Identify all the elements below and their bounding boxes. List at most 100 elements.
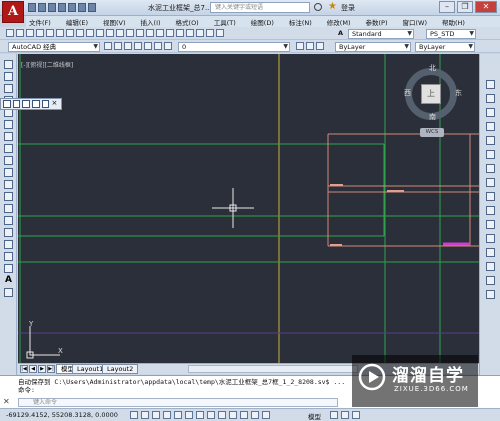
- 3d-osnap-icon[interactable]: [185, 411, 193, 419]
- multiline-text-icon[interactable]: A: [5, 276, 14, 285]
- lock-icon[interactable]: [154, 42, 162, 50]
- workspace-switch-icon[interactable]: [352, 411, 360, 419]
- linetype-combo[interactable]: ByLayer ▼: [415, 42, 475, 52]
- menu-draw[interactable]: 绘图(D): [248, 17, 277, 27]
- restore-button[interactable]: ❐: [457, 1, 473, 13]
- quick-view-icon[interactable]: [330, 411, 338, 419]
- grid-icon[interactable]: [141, 411, 149, 419]
- gear-icon[interactable]: [104, 42, 112, 50]
- menu-format[interactable]: 格式(O): [173, 17, 202, 27]
- text-style-combo[interactable]: Standard ▼: [348, 29, 414, 39]
- save-icon[interactable]: [48, 3, 56, 12]
- calculator-icon[interactable]: [216, 29, 224, 37]
- construction-line-icon[interactable]: [4, 72, 13, 81]
- minimize-button[interactable]: –: [439, 1, 455, 13]
- menu-modify[interactable]: 修改(M): [324, 17, 354, 27]
- tool-palette-icon[interactable]: [186, 29, 194, 37]
- copy-object-icon[interactable]: [486, 94, 495, 103]
- new-icon[interactable]: [6, 29, 14, 37]
- undo-icon[interactable]: [106, 29, 114, 37]
- preview-icon[interactable]: [46, 29, 54, 37]
- hatch-icon[interactable]: [4, 228, 13, 237]
- layer-match-icon[interactable]: [316, 42, 324, 50]
- open-icon[interactable]: [16, 29, 24, 37]
- arc-icon[interactable]: [4, 120, 13, 129]
- color-square-icon[interactable]: [164, 42, 172, 50]
- chamfer-icon[interactable]: [486, 262, 495, 271]
- layer-state-icon[interactable]: [124, 42, 132, 50]
- add-selected-icon[interactable]: [4, 288, 13, 297]
- fillet-icon[interactable]: [486, 276, 495, 285]
- open-file-icon[interactable]: [38, 3, 46, 12]
- insert-block-icon[interactable]: [4, 192, 13, 201]
- next-tab-button[interactable]: ▶: [38, 365, 46, 373]
- zoom-window-icon[interactable]: [146, 29, 154, 37]
- break-icon[interactable]: [486, 234, 495, 243]
- print-icon[interactable]: [36, 29, 44, 37]
- properties-icon[interactable]: [166, 29, 174, 37]
- polar-icon[interactable]: [163, 411, 171, 419]
- erase-icon[interactable]: [486, 80, 495, 89]
- cut-icon[interactable]: [66, 29, 74, 37]
- prev-tab-button[interactable]: ◀: [29, 365, 37, 373]
- copy-icon[interactable]: [76, 29, 84, 37]
- box-icon[interactable]: [12, 100, 21, 108]
- plot-style-combo[interactable]: PS_STD ▼: [426, 29, 476, 39]
- save-as-icon[interactable]: [58, 3, 66, 12]
- offset-icon[interactable]: [486, 122, 495, 131]
- region-icon[interactable]: [4, 252, 13, 261]
- zoom-icon[interactable]: [136, 29, 144, 37]
- dyn-icon[interactable]: [218, 411, 226, 419]
- explode-icon[interactable]: [486, 290, 495, 299]
- revision-cloud-icon[interactable]: [4, 144, 13, 153]
- pan-icon[interactable]: [126, 29, 134, 37]
- new-file-icon[interactable]: [28, 3, 36, 12]
- command-input[interactable]: 键入命令: [18, 398, 338, 407]
- stretch-icon[interactable]: [486, 192, 495, 201]
- view-cube-icon[interactable]: [3, 100, 11, 108]
- paste-icon[interactable]: [86, 29, 94, 37]
- workspace-combo[interactable]: AutoCAD 经典 ▼: [8, 42, 100, 52]
- compass-north[interactable]: 北: [429, 63, 436, 73]
- first-tab-button[interactable]: |◀: [20, 365, 28, 373]
- line-icon[interactable]: [4, 60, 13, 69]
- menu-edit[interactable]: 编辑(E): [63, 17, 91, 27]
- sun-icon[interactable]: [144, 42, 152, 50]
- wcs-menu[interactable]: WCS: [420, 128, 444, 137]
- menu-dimension[interactable]: 标注(N): [286, 17, 315, 27]
- menu-insert[interactable]: 插入(I): [138, 17, 164, 27]
- wedge-icon[interactable]: [41, 100, 50, 108]
- menu-window[interactable]: 窗口(W): [399, 17, 430, 27]
- close-command-icon[interactable]: ✕: [3, 397, 10, 406]
- layer-manager-icon[interactable]: [114, 42, 122, 50]
- menu-tools[interactable]: 工具(T): [211, 17, 239, 27]
- qp-icon[interactable]: [251, 411, 259, 419]
- extend-icon[interactable]: [486, 220, 495, 229]
- search-input[interactable]: 键入关键字或短语: [210, 2, 310, 13]
- sc-icon[interactable]: [262, 411, 270, 419]
- redo-icon[interactable]: [116, 29, 124, 37]
- sheet-set-icon[interactable]: [196, 29, 204, 37]
- color-combo[interactable]: ByLayer ▼: [335, 42, 411, 52]
- scale-icon[interactable]: [486, 178, 495, 187]
- markup-icon[interactable]: [206, 29, 214, 37]
- viewcube-top-face[interactable]: 上: [421, 84, 441, 104]
- compass-west[interactable]: 西: [404, 88, 411, 98]
- design-center-icon[interactable]: [176, 29, 184, 37]
- print-icon[interactable]: [68, 3, 76, 12]
- close-icon[interactable]: ×: [51, 100, 59, 108]
- compass-south[interactable]: 南: [429, 112, 436, 122]
- model-space-toggle[interactable]: 模型: [308, 411, 321, 421]
- ortho-icon[interactable]: [152, 411, 160, 419]
- annotation-scale-icon[interactable]: [341, 411, 349, 419]
- menu-file[interactable]: 文件(F): [26, 17, 54, 27]
- star-icon[interactable]: ★: [328, 1, 337, 12]
- zoom-previous-icon[interactable]: [156, 29, 164, 37]
- otrack-icon[interactable]: [196, 411, 204, 419]
- login-button[interactable]: 登录: [341, 3, 355, 13]
- polyline-icon[interactable]: [4, 84, 13, 93]
- last-tab-button[interactable]: ▶|: [47, 365, 55, 373]
- save-icon[interactable]: [26, 29, 34, 37]
- layer-previous-icon[interactable]: [306, 42, 314, 50]
- publish-icon[interactable]: [56, 29, 64, 37]
